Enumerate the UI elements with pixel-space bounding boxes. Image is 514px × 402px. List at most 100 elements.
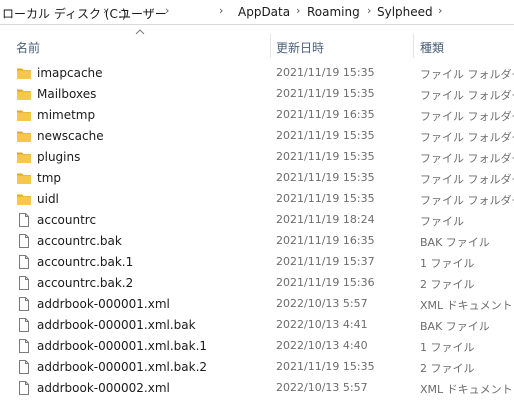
- file-row[interactable]: addrbook-000001.xml.bak 2022/10/13 4:41 BA…: [0, 314, 514, 335]
- chevron-right-icon[interactable]: ›: [296, 4, 300, 17]
- folder-icon: [16, 149, 32, 165]
- file-date: 2021/11/19 16:35: [276, 108, 375, 121]
- file-date: 2021/11/19 15:35: [276, 150, 375, 163]
- folder-icon: [16, 86, 32, 102]
- file-name: addrbook-000001.xml: [37, 297, 170, 311]
- file-name: mimetmp: [37, 108, 96, 122]
- file-date: 2021/11/19 18:24: [276, 213, 375, 226]
- file-name: accountrc.bak: [37, 234, 122, 248]
- file-date: 2022/10/13 4:41: [276, 318, 368, 331]
- file-row[interactable]: addrbook-000001.xml.bak.1 2022/10/13 4:40…: [0, 335, 514, 356]
- file-name: accountrc.bak.2: [37, 276, 134, 290]
- file-date: 2021/11/19 16:35: [276, 234, 375, 247]
- file-icon: [16, 296, 32, 312]
- file-type: ファイル: [420, 215, 464, 228]
- column-header-name[interactable]: 名前: [16, 39, 40, 56]
- file-icon: [16, 338, 32, 354]
- file-date: 2022/10/13 5:57: [276, 297, 368, 310]
- file-type: ファイル フォルダー: [420, 152, 514, 165]
- file-date: 2022/10/13 4:40: [276, 339, 368, 352]
- file-icon: [16, 275, 32, 291]
- file-name: accountrc: [37, 213, 97, 227]
- file-type: BAK ファイル: [420, 320, 490, 333]
- file-name: addrbook-000001.xml.bak: [37, 318, 196, 332]
- folder-icon: [16, 191, 32, 207]
- folder-icon: [16, 128, 32, 144]
- file-date: 2021/11/19 15:35: [276, 171, 375, 184]
- file-type: ファイル フォルダー: [420, 194, 514, 207]
- file-date: 2021/11/19 15:35: [276, 66, 375, 79]
- file-name: Mailboxes: [37, 87, 97, 101]
- file-icon: [16, 254, 32, 270]
- file-date: 2022/10/13 5:57: [276, 381, 368, 394]
- file-row[interactable]: mimetmp 2021/11/19 16:35 ファイル フォルダー: [0, 104, 514, 125]
- file-row[interactable]: accountrc.bak.2 2021/11/19 15:36 2 ファイル: [0, 272, 514, 293]
- file-type: 2 ファイル: [420, 278, 475, 291]
- address-bar[interactable]: ローカル ディスク (C:) › ユーザー › › AppData › Roam…: [0, 0, 514, 25]
- breadcrumb-appdata[interactable]: AppData: [238, 5, 290, 19]
- file-name: addrbook-000002.xml: [37, 381, 170, 395]
- breadcrumb-sylpheed[interactable]: Sylpheed: [377, 5, 433, 19]
- file-row[interactable]: imapcache 2021/11/19 15:35 ファイル フォルダー: [0, 62, 514, 83]
- file-date: 2021/11/19 15:37: [276, 255, 375, 268]
- file-type: XML ドキュメント: [420, 299, 513, 312]
- file-row[interactable]: addrbook-000002.xml 2022/10/13 5:57 XML ドキ…: [0, 377, 514, 398]
- sort-ascending-icon: [135, 29, 145, 35]
- file-icon: [16, 212, 32, 228]
- file-name: newscache: [37, 129, 104, 143]
- folder-icon: [16, 107, 32, 123]
- file-row[interactable]: Mailboxes 2021/11/19 15:35 ファイル フォルダー: [0, 83, 514, 104]
- file-icon: [16, 317, 32, 333]
- file-name: uidl: [37, 192, 59, 206]
- file-type: ファイル フォルダー: [420, 68, 514, 81]
- file-icon: [16, 233, 32, 249]
- file-row[interactable]: plugins 2021/11/19 15:35 ファイル フォルダー: [0, 146, 514, 167]
- folder-icon: [16, 65, 32, 81]
- file-type: 1 ファイル: [420, 257, 475, 270]
- file-row[interactable]: accountrc 2021/11/19 18:24 ファイル: [0, 209, 514, 230]
- file-row[interactable]: accountrc.bak.1 2021/11/19 15:37 1 ファイル: [0, 251, 514, 272]
- file-list: imapcache 2021/11/19 15:35 ファイル フォルダー Mailb…: [0, 62, 514, 398]
- file-icon: [16, 359, 32, 375]
- breadcrumb-roaming[interactable]: Roaming: [307, 5, 360, 19]
- chevron-right-icon[interactable]: ›: [165, 4, 169, 17]
- breadcrumb-local-disk[interactable]: ローカル ディスク (C:): [2, 5, 127, 22]
- file-icon: [16, 380, 32, 396]
- file-date: 2021/11/19 15:35: [276, 129, 375, 142]
- chevron-right-icon[interactable]: ›: [367, 4, 371, 17]
- file-name: plugins: [37, 150, 81, 164]
- column-divider[interactable]: [270, 34, 271, 58]
- file-type: ファイル フォルダー: [420, 131, 514, 144]
- chevron-right-icon[interactable]: ›: [219, 4, 223, 17]
- column-divider[interactable]: [413, 34, 414, 58]
- file-row[interactable]: tmp 2021/11/19 15:35 ファイル フォルダー: [0, 167, 514, 188]
- file-date: 2021/11/19 15:35: [276, 360, 375, 373]
- file-date: 2021/11/19 15:36: [276, 276, 375, 289]
- file-type: ファイル フォルダー: [420, 110, 514, 123]
- file-row[interactable]: accountrc.bak 2021/11/19 16:35 BAK ファイル: [0, 230, 514, 251]
- file-type: ファイル フォルダー: [420, 173, 514, 186]
- column-header-date[interactable]: 更新日時: [276, 39, 324, 56]
- file-row[interactable]: newscache 2021/11/19 15:35 ファイル フォルダー: [0, 125, 514, 146]
- file-type: BAK ファイル: [420, 236, 490, 249]
- file-date: 2021/11/19 15:35: [276, 192, 375, 205]
- file-name: tmp: [37, 171, 62, 185]
- file-row[interactable]: uidl 2021/11/19 15:35 ファイル フォルダー: [0, 188, 514, 209]
- file-name: addrbook-000001.xml.bak.2: [37, 360, 208, 374]
- chevron-right-icon[interactable]: ›: [103, 4, 107, 17]
- column-header-row: 名前 更新日時 種類: [0, 24, 514, 60]
- column-header-type[interactable]: 種類: [420, 39, 444, 56]
- file-name: accountrc.bak.1: [37, 255, 134, 269]
- folder-icon: [16, 170, 32, 186]
- breadcrumb-users[interactable]: ユーザー: [119, 5, 167, 22]
- file-type: 2 ファイル: [420, 362, 475, 375]
- file-type: XML ドキュメント: [420, 383, 513, 396]
- file-type: 1 ファイル: [420, 341, 475, 354]
- file-name: imapcache: [37, 66, 103, 80]
- file-date: 2021/11/19 15:35: [276, 87, 375, 100]
- chevron-right-icon[interactable]: ›: [438, 4, 442, 17]
- file-name: addrbook-000001.xml.bak.1: [37, 339, 208, 353]
- file-row[interactable]: addrbook-000001.xml.bak.2 2021/11/19 15:3…: [0, 356, 514, 377]
- file-row[interactable]: addrbook-000001.xml 2022/10/13 5:57 XML ドキ…: [0, 293, 514, 314]
- file-type: ファイル フォルダー: [420, 89, 514, 102]
